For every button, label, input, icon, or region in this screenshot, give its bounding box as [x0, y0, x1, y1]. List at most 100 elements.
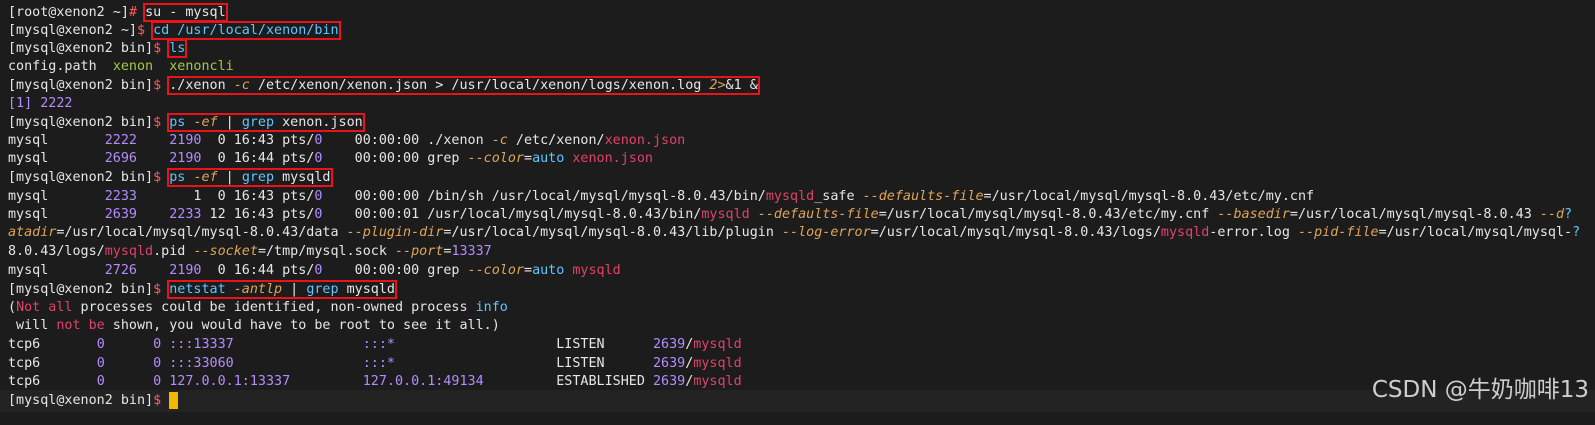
text-segment: 0 16:44 pts/: [201, 263, 315, 278]
terminal-line: mysql 2696 2190 0 16:44 pts/0 00:00:00 g…: [8, 150, 653, 168]
terminal-line: [1] 2222: [8, 95, 73, 113]
text-segment: =/usr/local/mysql/mysql-8.0.43/logs/: [870, 225, 1161, 240]
text-segment: xenoncli: [169, 59, 234, 74]
text-segment: :::13337: [169, 337, 234, 352]
terminal-line: [mysql@xenon2 bin]$ ls: [8, 39, 188, 58]
text-segment: 2190: [169, 151, 202, 166]
terminal-line: tcp6 0 0 :::13337 :::* LISTEN 2639/mysql…: [8, 336, 742, 354]
prompt-symbol: $: [153, 170, 162, 185]
text-segment: --log-error: [781, 225, 871, 240]
text-segment: grep: [241, 170, 275, 185]
text-segment: |: [217, 170, 242, 185]
text-cursor[interactable]: [169, 392, 179, 409]
terminal-window[interactable]: [root@xenon2 ~]# su - mysql [mysql@xenon2…: [0, 0, 1595, 425]
text-segment: [105, 374, 153, 389]
text-segment: 0: [96, 374, 105, 389]
text-segment: LISTEN: [395, 337, 653, 352]
highlighted-command: cd /usr/local/xenon/bin: [151, 21, 341, 40]
text-segment: --color: [467, 151, 524, 166]
text-segment: [234, 356, 363, 371]
text-segment: ps: [169, 115, 194, 130]
text-segment: [mysql@xenon2 bin]: [8, 78, 154, 93]
text-segment: 00:00:00 grep: [322, 151, 468, 166]
text-segment: [161, 393, 169, 408]
text-segment: -error.log: [1209, 225, 1298, 240]
terminal-line: config.path xenon xenoncli: [8, 58, 234, 76]
text-segment: ?: [1572, 225, 1581, 240]
text-segment: shown, you would have to be root to see …: [104, 318, 500, 333]
terminal-line: 8.0.43/logs/mysqld.pid --socket=/tmp/mys…: [8, 243, 492, 261]
text-segment: 127.0.0.1:13337: [169, 374, 291, 389]
text-segment: -ef: [193, 115, 218, 130]
text-segment: [root@xenon2 ~]: [8, 5, 129, 20]
text-segment: --color: [467, 263, 524, 278]
text-segment: [mysql@xenon2 bin]: [8, 115, 154, 130]
text-segment: --defaults-file: [862, 189, 984, 204]
text-segment: 0: [153, 356, 162, 371]
text-segment: 2>: [709, 78, 726, 93]
text-segment: [1] 2222: [8, 96, 73, 111]
text-segment: auto: [532, 151, 565, 166]
text-segment: [137, 5, 145, 20]
text-segment: --defaults-file: [757, 207, 879, 222]
text-segment: 127.0.0.1:49134: [362, 374, 484, 389]
text-segment: --plugin-dir: [346, 225, 444, 240]
text-segment: |: [282, 282, 307, 297]
text-segment: 2696: [104, 151, 137, 166]
text-segment: 1 0 16:43 pts/: [137, 189, 315, 204]
text-segment: 2639: [104, 207, 137, 222]
text-segment: tcp6: [8, 337, 97, 352]
text-segment: [mysql@xenon2 bin]: [8, 170, 154, 185]
text-segment: =/usr/local/mysql/mysql-8.0.43: [1289, 207, 1540, 222]
text-segment: auto: [532, 263, 565, 278]
text-segment: [137, 133, 169, 148]
text-segment: --d: [1539, 207, 1565, 222]
text-segment: 2639: [652, 356, 686, 371]
text-segment: --port: [395, 244, 444, 259]
grep-match: mysqld: [572, 263, 621, 278]
text-segment: [mysql@xenon2 bin]: [8, 282, 154, 297]
grep-match: mysqld: [104, 244, 154, 259]
highlighted-command: ps -ef | grep xenon.json: [167, 113, 365, 132]
highlighted-command: netstat -antlp | grep mysqld: [167, 280, 397, 299]
text-segment: mysql: [8, 207, 105, 222]
text-segment: =/usr/local/mysql/mysql-8.0.43/etc/my.cn…: [878, 207, 1218, 222]
terminal-line: mysql 2233 1 0 16:43 pts/0 00:00:00 /bin…: [8, 188, 1314, 206]
text-segment: (: [8, 300, 17, 315]
prompt-symbol: $: [137, 23, 146, 38]
text-segment: |: [217, 115, 242, 130]
text-segment: 00:00:00 /bin/sh /usr/local/mysql/mysql-…: [322, 189, 766, 204]
text-segment: [105, 337, 153, 352]
text-segment: =/usr/local/mysql/mysql-8.0.43/lib/plugi…: [443, 225, 782, 240]
text-segment: LISTEN: [395, 356, 653, 371]
text-segment: info: [475, 300, 508, 315]
text-segment: =: [524, 263, 533, 278]
terminal-line: [mysql@xenon2 bin]$: [8, 392, 179, 410]
prompt-symbol: $: [153, 393, 162, 408]
text-segment: [153, 59, 169, 74]
text-segment: -ef: [193, 170, 218, 185]
text-segment: mysql: [8, 189, 105, 204]
text-segment: =/usr/local/mysql/mysql-8.0.43/data: [56, 225, 347, 240]
grep-match: mysqld: [693, 374, 742, 389]
grep-match: Not all: [16, 300, 73, 315]
text-segment: =/tmp/mysql.sock: [257, 244, 395, 259]
text-segment: [137, 207, 169, 222]
grep-match: mysqld: [693, 337, 742, 352]
text-segment: mysql: [8, 151, 105, 166]
terminal-line: mysql 2639 2233 12 16:43 pts/0 00:00:01 …: [8, 206, 1572, 224]
text-segment: 0: [153, 337, 162, 352]
text-segment: /etc/xenon/xenon.json > /usr/local/xenon…: [249, 78, 710, 93]
terminal-line: will not be shown, you would have to be …: [8, 317, 500, 335]
text-segment: config.path: [8, 59, 113, 74]
text-segment: 0: [96, 337, 105, 352]
grep-match: not be: [56, 318, 105, 333]
text-segment: ls: [169, 41, 186, 56]
text-segment: 00:00:01 /usr/local/mysql/mysql-8.0.43/b…: [322, 207, 702, 222]
text-segment: [145, 23, 153, 38]
terminal-line: [mysql@xenon2 ~]$ cd /usr/local/xenon/bi…: [8, 21, 341, 40]
terminal-line: [root@xenon2 ~]# su - mysql: [8, 3, 228, 22]
text-segment: [mysql@xenon2 bin]: [8, 41, 154, 56]
text-segment: grep: [241, 115, 275, 130]
text-segment: 0: [96, 356, 105, 371]
